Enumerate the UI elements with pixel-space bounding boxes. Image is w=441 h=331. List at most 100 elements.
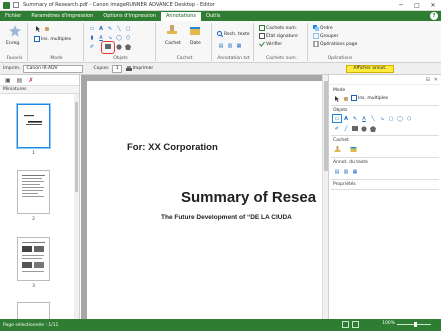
- underline-icon[interactable]: A: [97, 34, 105, 41]
- copies-input[interactable]: 1: [111, 64, 122, 73]
- rp-text-annot-icon-2[interactable]: ▥: [342, 168, 350, 175]
- panel-close-icon[interactable]: ✕: [434, 77, 438, 83]
- rp-date-stamp-icon[interactable]: [349, 146, 357, 153]
- print-button[interactable]: Imprimer: [125, 65, 153, 72]
- filled-ellipse-icon[interactable]: [115, 43, 123, 50]
- rp-underline-icon[interactable]: A: [360, 115, 368, 122]
- thumbnail-scroll-thumb[interactable]: [75, 102, 78, 192]
- text-annot-icon-3[interactable]: ▦: [235, 42, 243, 49]
- close-button[interactable]: ✕: [425, 0, 441, 11]
- group-cachets-num: Cachets num. État signature Vérifier Cac…: [256, 23, 308, 61]
- rp-select-arrow-icon[interactable]: [333, 95, 341, 102]
- cachets-num-button[interactable]: Cachets num.: [259, 25, 297, 31]
- highlight-pen-icon[interactable]: ▮: [88, 34, 96, 41]
- tab-annotations[interactable]: Annotations: [161, 12, 202, 21]
- bookmarks-tab-icon[interactable]: ▤: [17, 77, 23, 84]
- text-box-icon[interactable]: ▭: [88, 25, 96, 32]
- rp-highlight-pen-icon[interactable]: ✐: [333, 125, 341, 132]
- document-page[interactable]: For: XX Corporation Summary of Resea The…: [87, 81, 327, 319]
- thumbnail-page-4[interactable]: [17, 302, 50, 319]
- group-label-objets: Objets: [113, 56, 128, 61]
- stamp-icon[interactable]: [166, 25, 178, 37]
- hand-icon[interactable]: [43, 25, 51, 32]
- star-icon[interactable]: [9, 25, 21, 37]
- line-icon[interactable]: ╲: [115, 25, 123, 32]
- annotations-tab-icon[interactable]: ✗: [28, 77, 33, 84]
- rp-divider-2: [331, 135, 439, 136]
- rp-ellipse-icon[interactable]: ◯: [396, 115, 404, 122]
- tab-outils[interactable]: Outils: [201, 12, 225, 21]
- printer-select[interactable]: Canon iR-ADV: [23, 64, 84, 73]
- afficher-annot-button[interactable]: Afficher annot.: [346, 65, 394, 73]
- arrow-icon[interactable]: ↘: [106, 34, 114, 41]
- cachet-button[interactable]: Cachet: [165, 41, 181, 46]
- date-button[interactable]: Date: [190, 41, 201, 46]
- verifier-button[interactable]: Vérifier: [259, 41, 282, 47]
- thumbnail-panel: ▣ ▤ ✗ Miniatures 1 2 3: [0, 75, 80, 319]
- text-a-icon[interactable]: A: [97, 25, 105, 32]
- ellipse-icon[interactable]: ◯: [115, 34, 123, 41]
- rp-ins-multiples-button[interactable]: Ins. multiples: [351, 95, 388, 101]
- group-label-operations: Opérations: [327, 56, 353, 61]
- grouper-button[interactable]: Grouper: [313, 33, 338, 39]
- rp-text-box-icon[interactable]: ▭: [332, 114, 342, 123]
- doc-subtitle: The Future Development of “DE LA CIUDA: [161, 214, 292, 221]
- rp-line-icon[interactable]: ╲: [369, 115, 377, 122]
- rp-text-annot-icon-3[interactable]: ▦: [351, 168, 359, 175]
- thumbnail-scrollbar[interactable]: [74, 94, 79, 319]
- pencil-icon[interactable]: ✎: [106, 25, 114, 32]
- thumbnail-page-3[interactable]: [17, 237, 50, 281]
- minimize-button[interactable]: ─: [393, 0, 409, 11]
- rech-texte-button[interactable]: Rech. texte: [217, 31, 250, 37]
- page-status: Page sélectionnée : 1/11: [3, 322, 59, 328]
- two-page-view-icon[interactable]: [352, 321, 359, 328]
- tab-fichier[interactable]: Fichier: [0, 12, 26, 21]
- panel-pin-icon[interactable]: ⊟: [426, 77, 430, 83]
- etat-signature-button[interactable]: État signature: [259, 33, 298, 39]
- tab-parametres-impression[interactable]: Paramètres d'impression: [26, 12, 98, 21]
- rp-stamp-icon[interactable]: [333, 146, 341, 153]
- rp-proprietes-label: Propriétés: [333, 182, 356, 187]
- rp-arrow-icon[interactable]: ↘: [378, 115, 386, 122]
- filled-polygon-icon[interactable]: [124, 43, 132, 50]
- rp-filled-ellipse-icon[interactable]: [360, 125, 368, 132]
- single-page-view-icon[interactable]: [342, 321, 349, 328]
- rp-hand-icon[interactable]: [342, 95, 350, 102]
- rp-rectangle-icon[interactable]: ▢: [387, 115, 395, 122]
- select-arrow-icon[interactable]: [34, 25, 42, 32]
- thumbnail-number-2: 2: [32, 217, 35, 222]
- app-icon: [3, 1, 10, 9]
- rp-cachet-label: Cachet: [333, 138, 349, 143]
- polygon-icon[interactable]: ⬡: [124, 34, 132, 41]
- rp-eraser-icon[interactable]: ╱: [342, 125, 350, 132]
- rp-pencil-icon[interactable]: ✎: [351, 115, 359, 122]
- ordre-button[interactable]: Ordre: [313, 25, 333, 31]
- enreg-button[interactable]: Enreg.: [6, 41, 21, 46]
- text-annot-icon-1[interactable]: ▤: [217, 42, 225, 49]
- thumbnails-tab-icon[interactable]: ▣: [5, 77, 11, 84]
- rp-filled-polygon-icon[interactable]: [369, 125, 377, 132]
- rectangle-icon[interactable]: ▢: [124, 25, 132, 32]
- rp-text-a-icon[interactable]: A: [342, 115, 350, 122]
- quick-access-save-icon[interactable]: [13, 2, 19, 8]
- tab-options-impression[interactable]: Options d'impression: [98, 12, 161, 21]
- rp-polygon-icon[interactable]: ⬡: [405, 115, 413, 122]
- date-stamp-icon[interactable]: [189, 25, 201, 37]
- zoom-slider-knob[interactable]: [414, 322, 417, 327]
- rp-text-annot-icon-1[interactable]: ▤: [333, 168, 341, 175]
- rp-divider-1: [331, 105, 439, 106]
- document-viewer[interactable]: For: XX Corporation Summary of Resea The…: [81, 75, 327, 319]
- thumbnail-page-1[interactable]: [17, 104, 50, 148]
- window-title: Summary of Research.pdf - Canon imageRUN…: [23, 2, 215, 8]
- etat-signature-label: État signature: [266, 33, 298, 39]
- help-icon[interactable]: ?: [430, 12, 438, 20]
- rp-filled-rectangle-icon[interactable]: [351, 125, 359, 132]
- eraser-icon[interactable]: ✐: [88, 43, 96, 50]
- rp-divider-5: [331, 189, 439, 190]
- text-annot-icon-2[interactable]: ▥: [226, 42, 234, 49]
- rech-texte-label: Rech. texte: [224, 31, 250, 37]
- thumbnail-page-2[interactable]: [17, 170, 50, 214]
- ins-multiples-button[interactable]: Ins. multiples: [34, 36, 71, 42]
- operations-page-button[interactable]: Opérations page: [313, 41, 357, 47]
- maximize-button[interactable]: □: [409, 0, 425, 11]
